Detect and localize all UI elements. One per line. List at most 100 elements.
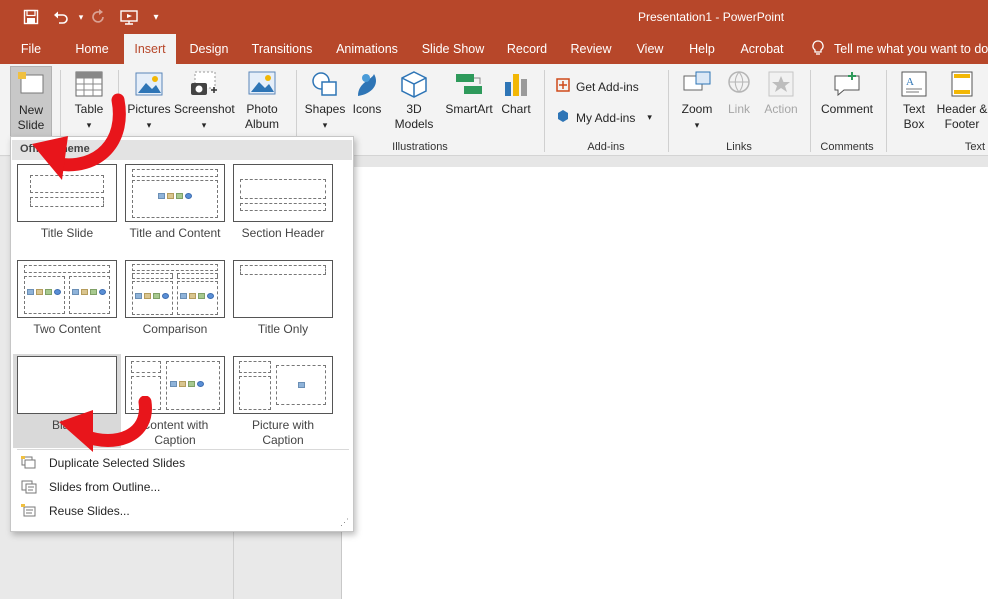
layout-thumbnail [125,356,225,414]
resize-grip-icon[interactable]: ⋰ [340,517,349,528]
customize-icon[interactable]: ▾ [145,7,167,27]
undo-icon[interactable] [50,7,72,27]
chart-button[interactable]: Chart [498,70,534,117]
tab-slide-show[interactable]: Slide Show [418,34,488,64]
photo-album-icon [247,70,277,98]
zoom-button[interactable]: Zoom ▾ [676,70,718,133]
layout-label: Title Only [257,322,309,336]
tab-transitions[interactable]: Transitions [246,34,318,64]
tab-insert[interactable]: Insert [124,34,176,64]
text-box-icon: A [899,70,929,98]
new-slide-button[interactable]: New Slide [10,66,52,138]
tab-help[interactable]: Help [682,34,722,64]
my-addins-label: My Add-ins [576,110,636,125]
svg-text:A: A [906,76,914,88]
layout-thumbnail [233,164,333,222]
links-group-label: Links [726,141,752,153]
get-addins-button[interactable]: Get Add-ins [556,78,639,95]
tab-review[interactable]: Review [566,34,616,64]
icons-icon [352,70,382,98]
smartart-button[interactable]: SmartArt [442,70,496,117]
layout-section-header[interactable]: Section Header [231,164,335,241]
addins-group-label: Add-ins [587,141,625,153]
photo-album-label: Photo Album [244,102,279,131]
lightbulb-icon [812,34,826,64]
tab-acrobat[interactable]: Acrobat [734,34,790,64]
duplicate-slides-icon [21,456,37,470]
smartart-icon [454,70,484,98]
cube-icon [399,70,429,98]
placeholder-icons [27,289,61,295]
pictures-label: Pictures [127,102,171,116]
icons-button[interactable]: Icons [348,70,386,117]
header-footer-label: Header & Footer [936,102,988,131]
action-button: Action [760,70,802,117]
duplicate-selected-slides-item[interactable]: Duplicate Selected Slides [17,452,347,474]
new-slide-label: New Slide [17,103,45,132]
layout-comparison[interactable]: Comparison [123,260,227,337]
smartart-label: SmartArt [445,102,493,116]
layout-label: Two Content [33,322,101,336]
layout-two-content[interactable]: Two Content [15,260,119,337]
layout-thumbnail [233,356,333,414]
header-footer-icon [947,70,977,98]
slide-canvas[interactable] [342,167,988,599]
pictures-button[interactable]: Pictures ▾ [124,70,174,133]
layout-label: Title Slide [40,226,94,240]
layout-title-only[interactable]: Title Only [231,260,335,337]
layout-thumbnail [17,356,117,414]
chevron-down-icon[interactable]: ▾ [647,112,652,123]
layout-content-with-caption[interactable]: Content with Caption [123,356,227,448]
menu-item-label: Duplicate Selected Slides [49,456,186,470]
title-bar: ▾ ▾ Presentation1 - PowerPoint [0,0,988,34]
layout-label: Title and Content [129,226,221,240]
tell-me-search[interactable]: Tell me what you want to do [812,34,988,64]
chevron-down-icon: ▾ [146,120,152,130]
my-addins-button[interactable]: My Add-ins ▾ [556,109,652,126]
comments-group-label: Comments [820,141,874,153]
store-icon [556,78,570,95]
layout-picture-with-caption[interactable]: Picture with Caption [231,356,335,448]
chart-label: Chart [501,102,531,116]
placeholder-icons [72,289,106,295]
text-box-button[interactable]: A Text Box [892,70,936,132]
layout-title-slide[interactable]: Title Slide [15,164,119,241]
present-icon[interactable] [118,7,140,27]
layout-blank[interactable]: Blank [13,354,121,448]
tab-file[interactable]: File [12,34,50,64]
tell-me-text: Tell me what you want to do [834,42,988,56]
table-button[interactable]: Table ▾ [68,70,110,133]
text-group-label: Text [964,141,986,153]
photo-album-button[interactable]: Photo Album [236,70,288,132]
placeholder-icons [170,381,204,387]
menu-item-label: Reuse Slides... [49,504,130,518]
comment-button[interactable]: Comment [816,70,878,117]
new-slide-icon [16,71,46,99]
tab-home[interactable]: Home [68,34,116,64]
screenshot-button[interactable]: Screenshot ▾ [174,70,235,133]
save-icon[interactable] [20,7,42,27]
tab-view[interactable]: View [630,34,670,64]
screenshot-label: Screenshot [174,102,235,116]
zoom-icon [682,70,712,98]
chevron-down-icon: ▾ [694,120,700,130]
star-icon [766,70,796,98]
header-footer-button[interactable]: Header & Footer [936,70,988,132]
layout-label: Picture with Caption [251,418,315,447]
slides-from-outline-item[interactable]: Slides from Outline... [17,476,347,498]
shapes-icon [310,70,340,98]
shapes-button[interactable]: Shapes ▾ [304,70,346,133]
layout-label: Content with Caption [141,418,209,447]
layout-title-and-content[interactable]: Title and Content [123,164,227,241]
outline-icon [21,480,37,494]
tab-design[interactable]: Design [184,34,234,64]
chevron-down-icon: ▾ [322,120,328,130]
tab-record[interactable]: Record [502,34,552,64]
tab-animations[interactable]: Animations [330,34,404,64]
pictures-icon [134,70,164,98]
reuse-slides-item[interactable]: Reuse Slides... [17,500,347,522]
chevron-down-icon: ▾ [86,120,92,130]
workspace-margin [342,157,988,167]
3d-models-button[interactable]: 3D Models [388,70,440,132]
layout-label: Blank [51,418,83,432]
